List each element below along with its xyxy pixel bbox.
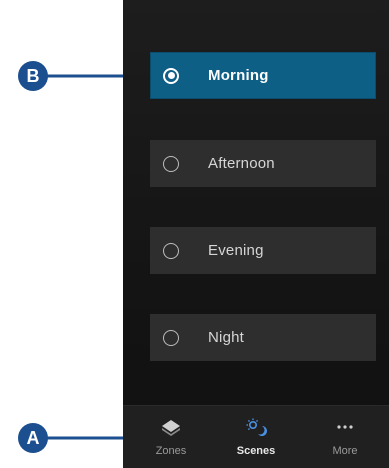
radio-unselected-icon[interactable] bbox=[163, 155, 179, 172]
scene-list: Morning Afternoon Evening Night bbox=[123, 0, 389, 405]
callout-a-badge: A bbox=[18, 423, 48, 453]
page: B A Morning Afternoon Evening Night Zone… bbox=[0, 0, 389, 468]
scene-label: Evening bbox=[208, 242, 264, 259]
radio-unselected-icon[interactable] bbox=[163, 329, 179, 346]
scenes-icon bbox=[246, 418, 267, 436]
radio-selected-icon[interactable] bbox=[163, 67, 179, 84]
tab-scenes-label: Scenes bbox=[236, 445, 276, 457]
radio-unselected-icon[interactable] bbox=[163, 242, 179, 259]
tab-zones-label: Zones bbox=[155, 445, 187, 457]
scene-label: Afternoon bbox=[208, 155, 275, 172]
scene-option-night[interactable]: Night bbox=[150, 314, 376, 361]
scene-label: Night bbox=[208, 329, 245, 346]
phone-screen: Morning Afternoon Evening Night Zones Sc… bbox=[123, 0, 389, 468]
tab-more-label: More bbox=[332, 445, 358, 457]
callout-b-badge: B bbox=[18, 61, 48, 91]
zones-icon bbox=[162, 420, 180, 436]
scene-option-evening[interactable]: Evening bbox=[150, 227, 376, 274]
tab-scenes[interactable]: Scenes bbox=[212, 406, 300, 468]
bottom-tab-bar: Zones Scenes More bbox=[123, 405, 389, 468]
tab-more[interactable]: More bbox=[301, 406, 389, 468]
tab-zones[interactable]: Zones bbox=[127, 406, 215, 468]
scene-label: Morning bbox=[208, 67, 269, 84]
scene-option-afternoon[interactable]: Afternoon bbox=[150, 140, 376, 187]
more-icon bbox=[337, 425, 353, 429]
scene-option-morning[interactable]: Morning bbox=[150, 52, 376, 99]
